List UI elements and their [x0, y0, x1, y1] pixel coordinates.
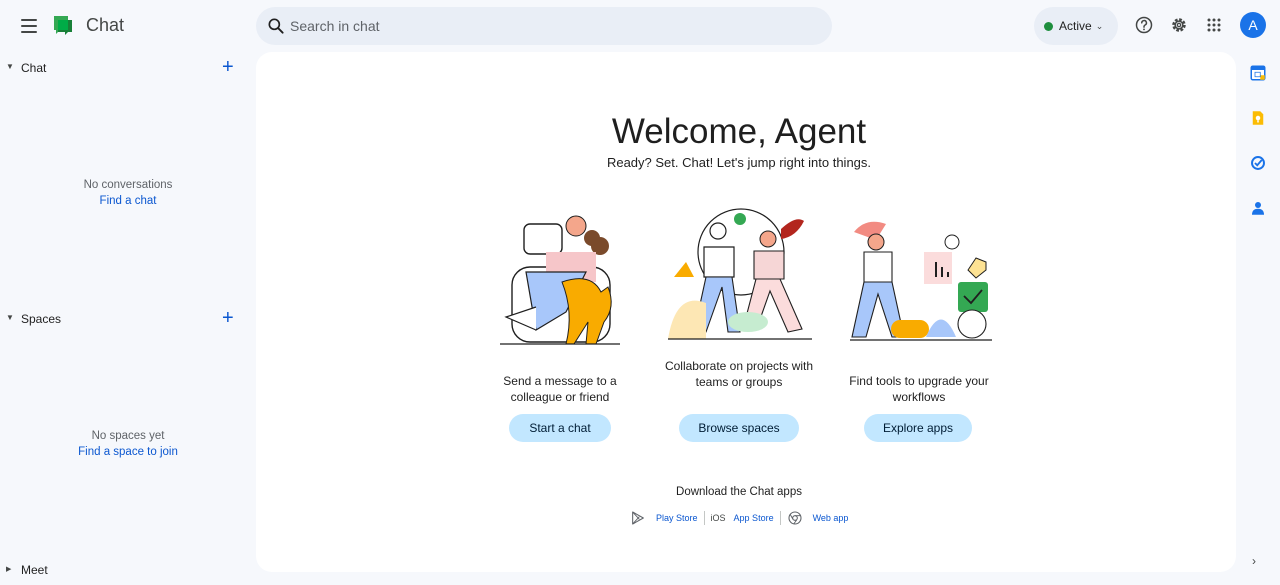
welcome-subtitle: Ready? Set. Chat! Let's jump right into …: [606, 155, 872, 170]
apps-grid-icon[interactable]: [1204, 15, 1224, 35]
download-links: Play Store iOS App Store Web app: [630, 510, 848, 526]
welcome-heading: Welcome, Agent: [611, 112, 867, 151]
web-app-link[interactable]: Web app: [813, 513, 849, 523]
play-store-link[interactable]: Play Store: [656, 513, 698, 523]
play-store-icon[interactable]: [630, 510, 646, 526]
chrome-icon[interactable]: [787, 510, 803, 526]
status-dot: [1044, 21, 1053, 31]
apps-illustration: [850, 221, 992, 341]
calendar-icon[interactable]: [1249, 64, 1267, 82]
search-icon[interactable]: [266, 16, 286, 36]
chevron-right-icon[interactable]: ›: [1252, 554, 1256, 568]
no-spaces-text: No spaces yet: [91, 430, 165, 442]
feature-text-1: Send a message to a colleague or friend: [503, 374, 617, 404]
app-store-link[interactable]: App Store: [734, 513, 774, 523]
status-label: Active: [1059, 19, 1092, 33]
search-bar[interactable]: [256, 7, 832, 45]
new-space-button[interactable]: +: [222, 307, 234, 329]
divider: [779, 511, 781, 525]
caret-down-icon[interactable]: ▼: [6, 62, 14, 71]
divider: [703, 511, 705, 525]
no-conversations-text: No conversations: [83, 179, 173, 191]
spaces-empty-state: No spaces yet Find a space to join: [0, 428, 256, 460]
menu-icon[interactable]: [16, 14, 42, 38]
chat-logo[interactable]: [52, 14, 76, 38]
meet-section-header[interactable]: ▶ Meet: [0, 558, 256, 582]
avatar[interactable]: A: [1240, 12, 1266, 38]
tasks-icon[interactable]: [1249, 154, 1267, 172]
spaces-section-title[interactable]: Spaces: [21, 312, 61, 326]
find-chat-link[interactable]: Find a chat: [0, 193, 256, 209]
search-input[interactable]: [290, 7, 810, 45]
settings-icon[interactable]: [1169, 15, 1189, 35]
message-illustration: [500, 215, 620, 345]
browse-spaces-button[interactable]: Browse spaces: [679, 414, 799, 442]
caret-right-icon[interactable]: ▶: [6, 565, 11, 573]
chat-empty-state: No conversations Find a chat: [0, 177, 256, 209]
chat-section-title[interactable]: Chat: [21, 61, 46, 75]
main-panel: Welcome, Agent Ready? Set. Chat! Let's j…: [256, 52, 1236, 572]
help-icon[interactable]: [1134, 15, 1154, 35]
find-space-link[interactable]: Find a space to join: [0, 444, 256, 460]
ios-icon: iOS: [710, 513, 726, 523]
caret-down-icon[interactable]: ▼: [6, 313, 14, 322]
app-title: Chat: [86, 15, 125, 35]
meet-section-title[interactable]: Meet: [21, 563, 48, 577]
new-chat-button[interactable]: +: [222, 56, 234, 78]
top-bar: Chat Active ⌄ A: [0, 0, 1280, 52]
download-heading: Download the Chat apps: [676, 486, 802, 498]
spaces-illustration: [668, 208, 812, 340]
chevron-down-icon: ⌄: [1095, 20, 1104, 31]
contacts-icon[interactable]: [1249, 199, 1267, 217]
chat-section-header[interactable]: ▼ Chat +: [0, 56, 256, 80]
feature-text-2: Collaborate on projects with teams or gr…: [664, 359, 814, 389]
feature-text-3: Find tools to upgrade your workflows: [849, 374, 989, 404]
explore-apps-button[interactable]: Explore apps: [864, 414, 972, 442]
keep-icon[interactable]: [1249, 109, 1267, 127]
start-chat-button[interactable]: Start a chat: [509, 414, 611, 442]
spaces-section-header[interactable]: ▼ Spaces +: [0, 307, 256, 331]
status-dropdown[interactable]: Active ⌄: [1034, 7, 1118, 45]
